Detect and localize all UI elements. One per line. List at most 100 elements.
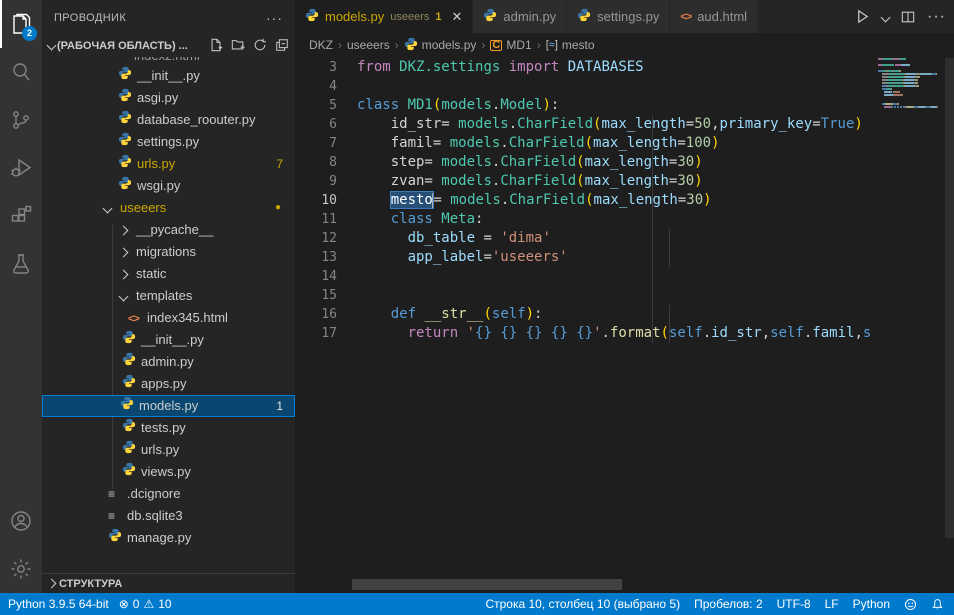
feedback-icon[interactable] xyxy=(904,598,917,611)
eol-status[interactable]: LF xyxy=(825,597,839,611)
settings-gear-icon[interactable] xyxy=(0,545,42,593)
badge: 2 xyxy=(22,26,37,41)
account-icon[interactable] xyxy=(0,497,42,545)
breadcrumb-separator: › xyxy=(481,38,485,52)
tree-folder-useeers[interactable]: useeers● xyxy=(42,197,295,219)
tree-item-apps-py[interactable]: apps.py xyxy=(42,373,295,395)
python-file-icon xyxy=(108,530,122,545)
breadcrumb-dkz[interactable]: DKZ xyxy=(309,38,333,52)
problems-status[interactable]: ⊗ 0 ⚠ 10 xyxy=(119,597,172,611)
tree-folder--pycache-[interactable]: __pycache__ xyxy=(42,219,295,241)
tree-item-admin-py[interactable]: admin.py xyxy=(42,351,295,373)
tree-item--dcignore[interactable]: ≡.dcignore xyxy=(42,483,295,505)
tree-item-database-roouter-py[interactable]: database_roouter.py xyxy=(42,109,295,131)
minimap-line xyxy=(878,88,945,90)
tab-admin-py[interactable]: admin.py xyxy=(473,0,567,33)
minimap[interactable] xyxy=(878,58,945,592)
tree-item--init-py[interactable]: __init__.py xyxy=(42,329,295,351)
minimap-line xyxy=(878,79,945,81)
tree-folder-static[interactable]: static xyxy=(42,263,295,285)
breadcrumb-models-py[interactable]: models.py xyxy=(404,37,477,54)
tree-item-index345-html[interactable]: <>index345.html xyxy=(42,307,295,329)
tab-aud-html[interactable]: <>aud.html xyxy=(670,0,758,33)
code-line-7[interactable]: 7 famil= models.CharField(max_length=100… xyxy=(295,134,874,153)
code-line-6[interactable]: 6 id_str= models.CharField(max_length=50… xyxy=(295,115,874,134)
code-line-4[interactable]: 4 xyxy=(295,77,874,96)
extensions-icon[interactable] xyxy=(0,192,42,240)
more-actions-icon[interactable]: ··· xyxy=(927,8,946,26)
tree-folder-migrations[interactable]: migrations xyxy=(42,241,295,263)
collapse-folders-icon[interactable] xyxy=(275,38,289,55)
python-file-icon xyxy=(118,90,132,105)
source-control-icon[interactable] xyxy=(0,96,42,144)
code-line-8[interactable]: 8 step= models.CharField(max_length=30) xyxy=(295,153,874,172)
new-file-icon[interactable] xyxy=(209,38,223,55)
run-button[interactable] xyxy=(855,9,870,24)
tree-item-label: urls.py xyxy=(137,153,175,175)
tree-item-manage-py[interactable]: manage.py xyxy=(42,527,295,549)
breadcrumb-mesto[interactable]: [≈]mesto xyxy=(546,38,595,52)
workspace-section-header[interactable]: (РАБОЧАЯ ОБЛАСТЬ) ... xyxy=(42,35,295,57)
horizontal-scrollbar[interactable] xyxy=(352,579,622,590)
tree-item-models-py[interactable]: models.py1 xyxy=(42,395,295,417)
indentation-status[interactable]: Пробелов: 2 xyxy=(694,597,763,611)
tree-item-label: urls.py xyxy=(141,439,179,461)
code-line-16[interactable]: 16 def __str__(self): xyxy=(295,305,874,324)
split-editor-icon[interactable] xyxy=(901,10,915,24)
chevron-down-icon xyxy=(104,197,111,219)
code-line-17[interactable]: 17 return '{} {} {} {} {}'.format(self.i… xyxy=(295,324,874,343)
code-line-5[interactable]: 5class MD1(models.Model): xyxy=(295,96,874,115)
tree-item-db-sqlite3[interactable]: ≡db.sqlite3 xyxy=(42,505,295,527)
python-file-icon xyxy=(122,420,136,435)
search-icon[interactable] xyxy=(0,48,42,96)
code-line-12[interactable]: 12 db_table = 'dima' xyxy=(295,229,874,248)
tab-settings-py[interactable]: settings.py xyxy=(567,0,670,33)
tree-item--init-py[interactable]: __init__.py xyxy=(42,65,295,87)
tree-folder-templates[interactable]: templates xyxy=(42,285,295,307)
breadcrumb-separator: › xyxy=(537,38,541,52)
tree-item-wsgi-py[interactable]: wsgi.py xyxy=(42,175,295,197)
breadcrumb-md1[interactable]: CMD1 xyxy=(490,38,531,52)
explorer-icon[interactable]: 2 xyxy=(0,0,42,48)
tree-item-settings-py[interactable]: settings.py xyxy=(42,131,295,153)
tree-item-views-py[interactable]: views.py xyxy=(42,461,295,483)
language-mode-status[interactable]: Python xyxy=(853,597,890,611)
tab-close-icon[interactable]: ✕ xyxy=(452,9,463,25)
code-line-15[interactable]: 15 xyxy=(295,286,874,305)
code-line-3[interactable]: 3from DKZ.settings import DATABASES xyxy=(295,58,874,77)
code-line-9[interactable]: 9 zvan= models.CharField(max_length=30) xyxy=(295,172,874,191)
run-dropdown-chevron-icon[interactable] xyxy=(882,8,889,26)
breadcrumb-label: DKZ xyxy=(309,38,333,52)
code-line-11[interactable]: 11 class Meta: xyxy=(295,210,874,229)
code-line-13[interactable]: 13 app_label='useeers' xyxy=(295,248,874,267)
cursor-position-status[interactable]: Строка 10, столбец 10 (выбрано 5) xyxy=(485,597,680,611)
testing-icon[interactable] xyxy=(0,240,42,288)
code-editor[interactable]: 3from DKZ.settings import DATABASES45cla… xyxy=(295,57,954,593)
breadcrumb-useeers[interactable]: useeers xyxy=(347,38,390,52)
tab-models-py[interactable]: models.pyuseeers1✕ xyxy=(295,0,473,33)
vertical-scrollbar[interactable] xyxy=(945,58,954,538)
explorer-more-actions-icon[interactable]: ··· xyxy=(266,10,283,26)
line-number: 11 xyxy=(295,210,337,229)
tree-item-label: .dcignore xyxy=(127,483,180,505)
tree-item-tests-py[interactable]: tests.py xyxy=(42,417,295,439)
outline-section-header[interactable]: СТРУКТУРА xyxy=(42,573,295,593)
tree-item-asgi-py[interactable]: asgi.py xyxy=(42,87,295,109)
notifications-bell-icon[interactable] xyxy=(931,598,944,611)
tree-item-indexz-html[interactable]: indexz.html xyxy=(42,57,295,65)
workspace-section-label: (РАБОЧАЯ ОБЛАСТЬ) ... xyxy=(57,40,188,52)
code-line-10[interactable]: 10 mesto= models.CharField(max_length=30… xyxy=(295,191,874,210)
explorer-sidebar: ПРОВОДНИК ··· (РАБОЧАЯ ОБЛАСТЬ) ... inde… xyxy=(42,0,295,593)
python-file-icon xyxy=(122,376,136,391)
code-line-14[interactable]: 14 xyxy=(295,267,874,286)
tree-item-urls-py[interactable]: urls.py xyxy=(42,439,295,461)
tab-directory-hint: useeers xyxy=(390,11,429,23)
tree-item-label: views.py xyxy=(141,461,191,483)
tree-item-urls-py[interactable]: urls.py7 xyxy=(42,153,295,175)
python-interpreter-status[interactable]: Python 3.9.5 64-bit xyxy=(8,597,109,611)
breadcrumb-label: useeers xyxy=(347,38,390,52)
encoding-status[interactable]: UTF-8 xyxy=(777,597,811,611)
new-folder-icon[interactable] xyxy=(231,38,245,55)
run-debug-icon[interactable] xyxy=(0,144,42,192)
refresh-icon[interactable] xyxy=(253,38,267,55)
